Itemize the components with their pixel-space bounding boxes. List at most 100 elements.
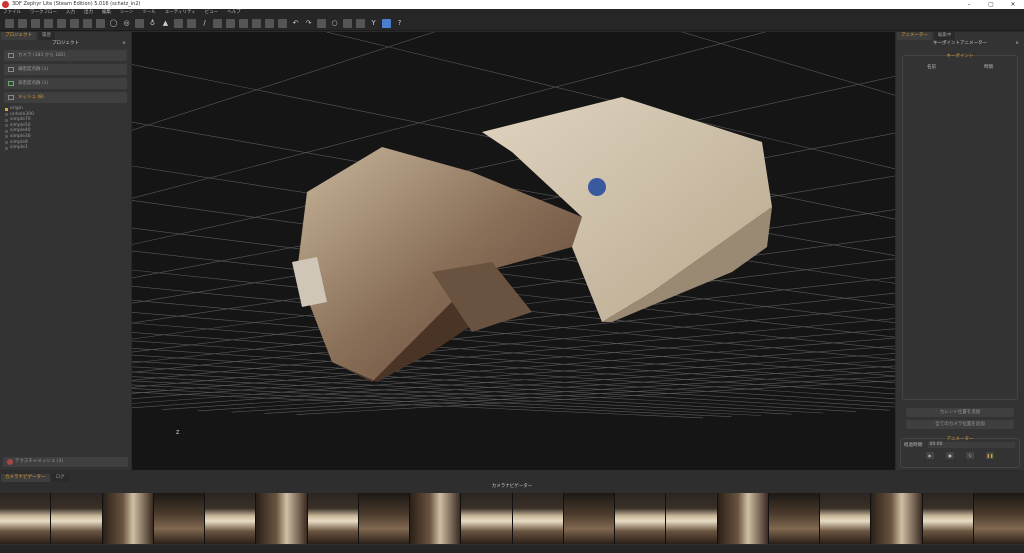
camera-thumbnail[interactable] [563,493,614,544]
menu-item[interactable]: 編集 [102,9,111,17]
workflow-icon[interactable] [31,19,40,28]
import-icon[interactable] [5,19,14,28]
camera-thumbnail[interactable] [666,493,717,544]
pivot-icon[interactable]: ◎ [122,19,131,28]
texture-icon[interactable] [265,19,274,28]
menu-item[interactable]: ビュー [205,9,219,17]
measure-icon[interactable] [356,19,365,28]
points-color-icon[interactable] [174,19,183,28]
loop-button[interactable]: ↻ [966,452,974,459]
points-icon[interactable]: ▲ [161,19,170,28]
mesh-list-item[interactable]: simple1 [5,145,131,151]
dots-icon[interactable] [226,19,235,28]
pause-button[interactable]: ❚❚ [986,452,994,459]
textured-mesh-icon [7,459,13,465]
maximize-button[interactable]: ▢ [980,0,1002,9]
animator-group: アニメーター 経過時間: 00:00 ▶ ● ↻ ❚❚ [900,437,1020,468]
duration-label: 経過時間: [904,443,924,448]
camera-thumbnail[interactable] [922,493,973,544]
transform-icon[interactable] [343,19,352,28]
camera-thumbnail[interactable] [615,493,666,544]
sparse-cloud-button[interactable]: 疎密度点群 (1) [4,64,127,75]
duration-input[interactable]: 00:00 [927,442,1015,448]
horizontal-scrollbar[interactable] [0,545,1024,553]
camera-thumbnail[interactable] [153,493,204,544]
3d-model[interactable] [132,32,895,470]
dots2-icon[interactable] [239,19,248,28]
camera-thumbnail[interactable] [205,493,256,544]
tab-editing[interactable]: 編集中 [933,32,956,40]
menu-item[interactable]: 入力 [66,9,75,17]
mask-icon[interactable] [70,19,79,28]
dense-points-icon [8,81,14,86]
orbit-icon[interactable]: ◯ [109,19,118,28]
camera-thumbnail[interactable] [51,493,102,544]
keypoints-label: キーポイント [946,54,974,59]
menu-item[interactable]: ツール [142,9,156,17]
menu-bar: ファイル ワークフロー 入力 出力 編集 シーン ツール ユーティリティ ビュー ヘルプ [0,9,1024,17]
tab-log[interactable]: ログ [51,474,69,482]
close-panel-icon[interactable]: × [122,40,126,47]
camera-thumbnail[interactable] [717,493,768,544]
record-button[interactable]: ● [946,452,954,459]
app-logo-icon [2,1,9,8]
dense-cloud-button[interactable]: 高密度点群 (1) [4,78,127,89]
textured-mesh-button[interactable]: テクスチャメッシュ (3) [3,457,128,467]
menu-item[interactable]: ユーティリティ [165,9,196,17]
camera-thumbnail[interactable] [358,493,409,544]
meshes-button[interactable]: メッシュ (8) [4,92,127,103]
camera-thumbnail[interactable] [871,493,922,544]
close-panel-icon[interactable]: × [1015,40,1019,47]
circle-icon[interactable]: ○ [330,19,339,28]
camera-thumbnail[interactable] [461,493,512,544]
cube-icon[interactable] [44,19,53,28]
lasso-icon[interactable] [317,19,326,28]
select-icon[interactable] [213,19,222,28]
help-icon[interactable]: ? [395,19,404,28]
menu-item[interactable]: シーン [120,9,133,17]
close-button[interactable]: ✕ [1002,0,1024,9]
menu-item[interactable]: ヘルプ [227,9,241,17]
toolbar: ◯ ◎ ♁ ▲ / ↶ ↷ ○ Y? [0,17,1024,31]
camera-thumbnail[interactable] [0,493,51,544]
tab-animator[interactable]: アニメーター [897,32,932,40]
tab-project[interactable]: プロジェクト [1,32,36,40]
menu-item[interactable]: ワークフロー [30,9,57,17]
camera-thumbnail-strip [0,493,1024,544]
tab-history[interactable]: 履歴 [38,32,55,40]
play-button[interactable]: ▶ [926,452,934,459]
grid-icon[interactable] [278,19,287,28]
cube2-icon[interactable] [57,19,66,28]
camera-thumbnail[interactable] [307,493,358,544]
panel-title-text: プロジェクト [52,41,79,46]
add-all-camera-positions-button[interactable]: 全てのカメラ位置を追加 [906,420,1014,429]
mesh-icon[interactable] [252,19,261,28]
camera-thumbnail[interactable] [820,493,871,544]
col-time: 時間 [984,65,993,70]
light-icon[interactable]: ♁ [148,19,157,28]
redo-icon[interactable]: ↷ [304,19,313,28]
camera-thumbnail[interactable] [410,493,461,544]
menu-item[interactable]: 出力 [84,9,93,17]
cube-view-icon[interactable] [382,19,391,28]
camera-thumbnail[interactable] [102,493,153,544]
points-rgb-icon[interactable] [187,19,196,28]
filter-icon[interactable]: Y [369,19,378,28]
3d-viewport[interactable]: Z [132,32,895,470]
camera-thumbnail[interactable] [512,493,563,544]
menu-item[interactable]: ファイル [3,9,21,17]
add-current-position-button[interactable]: カレント位置を追加 [906,408,1014,417]
minimize-button[interactable]: – [958,0,980,9]
mask2-icon[interactable] [83,19,92,28]
camera-thumbnail[interactable] [256,493,307,544]
camera-thumbnail[interactable] [768,493,819,544]
tab-camera-navigator[interactable]: カメラナビゲーター [1,474,50,482]
cameras-button[interactable]: カメラ (183 から 182) [4,50,127,61]
save-icon[interactable] [18,19,27,28]
pan-icon[interactable] [135,19,144,28]
camera-thumbnail[interactable] [973,493,1024,544]
camera-icon[interactable] [96,19,105,28]
undo-icon[interactable]: ↶ [291,19,300,28]
textured-label: テクスチャメッシュ (3) [15,459,64,464]
brush-icon[interactable]: / [200,19,209,28]
